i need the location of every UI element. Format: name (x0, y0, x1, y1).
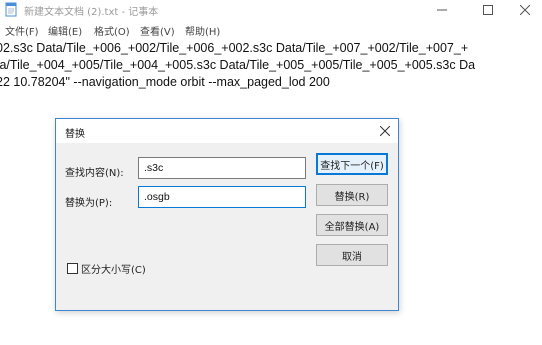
maximize-button[interactable] (468, 0, 508, 20)
match-case-checkbox[interactable]: 区分大小写(C) (67, 261, 146, 276)
window-close-button[interactable] (505, 0, 542, 20)
menu-item-edit[interactable]: 编辑(E) (48, 23, 82, 38)
editor-line: :a/Tile_+004_+005/Tile_+004_+005.s3c Dat… (0, 58, 476, 72)
notepad-icon (5, 2, 17, 17)
dialog-title: 替换 (65, 129, 85, 140)
editor-line: 02.s3c Data/Tile_+006_+002/Tile_+006_+00… (0, 41, 469, 55)
checkbox-box[interactable] (67, 263, 78, 274)
close-icon (380, 126, 390, 136)
find-next-button[interactable]: 查找下一个(F) (316, 153, 388, 175)
dialog-close-button[interactable] (376, 122, 394, 140)
dialog-titlebar[interactable]: 替换 (56, 119, 398, 143)
close-icon (520, 5, 530, 15)
find-what-label: 查找内容(N): (65, 168, 124, 179)
replace-all-button[interactable]: 全部替换(A) (316, 214, 388, 236)
replace-with-label: 替换为(P): (65, 198, 113, 209)
find-what-input[interactable] (138, 157, 306, 179)
replace-with-input[interactable] (138, 186, 306, 208)
cancel-button[interactable]: 取消 (316, 244, 388, 266)
match-case-label: 区分大小写(C) (81, 265, 146, 276)
minimize-icon (437, 9, 447, 11)
replace-dialog: 替换 查找内容(N): 替换为(P): 查找下一个(F) 替换(R) 全部替换(… (55, 118, 399, 311)
menu-bar: 文件(F) 编辑(E) 格式(O) 查看(V) 帮助(H) (0, 21, 542, 39)
window-title: 新建文本文档 (2).txt - 记事本 (24, 7, 159, 18)
maximize-icon (483, 5, 493, 15)
replace-button[interactable]: 替换(R) (316, 184, 388, 206)
menu-item-format[interactable]: 格式(O) (94, 23, 130, 38)
menu-item-file[interactable]: 文件(F) (5, 23, 39, 38)
editor-line: 22 10.78204" --navigation_mode orbit --m… (0, 75, 330, 89)
window-titlebar[interactable]: 新建文本文档 (2).txt - 记事本 (0, 0, 542, 20)
menu-item-view[interactable]: 查看(V) (140, 23, 175, 38)
minimize-button[interactable] (422, 0, 462, 20)
menu-item-help[interactable]: 帮助(H) (185, 23, 220, 38)
